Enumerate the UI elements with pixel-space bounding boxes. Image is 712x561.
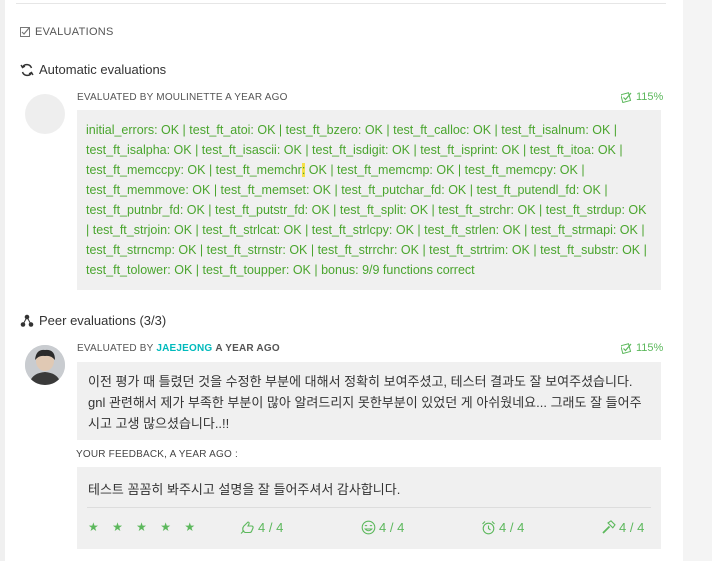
- page-margin: [683, 0, 712, 561]
- evaluated-by: EVALUATED BY MOULINETTE A YEAR AGO: [77, 92, 288, 103]
- alarm-clock-icon: [482, 521, 495, 535]
- rating-rigor: 4 / 4: [601, 520, 644, 535]
- automatic-evaluations-label: Automatic evaluations: [39, 62, 167, 77]
- peer-evaluations-heading: Peer evaluations (3/3): [20, 313, 166, 328]
- divider: [87, 507, 651, 508]
- peer-comment-text: 이전 평가 때 틀렸던 것을 수정한 부분에 대해서 정확히 보여주셨고, 테스…: [88, 374, 642, 431]
- checkbox-icon: [20, 27, 30, 37]
- check-badge-icon: [621, 91, 632, 103]
- rating-smile-value: 4 / 4: [379, 520, 405, 535]
- rating-smile: 4 / 4: [361, 520, 404, 535]
- section-title-label: EVALUATIONS: [35, 26, 114, 38]
- feedback-ratings: ★ ★ ★ ★ ★ 4 / 4 4 / 4 4 / 4 4 / 4: [88, 520, 651, 538]
- evaluator-link[interactable]: JAEJEONG: [156, 343, 212, 354]
- feedback-box: 테스트 꼼꼼히 봐주시고 설명을 잘 들어주셔서 감사합니다. ★ ★ ★ ★ …: [77, 467, 661, 549]
- check-badge-icon: [621, 342, 632, 354]
- refresh-icon: [20, 63, 34, 76]
- peer-score-value: 115%: [636, 342, 664, 354]
- peer-evaluated-by: EVALUATED BY JAEJEONG A YEAR AGO: [77, 343, 280, 354]
- feedback-text: 테스트 꼼꼼히 봐주시고 설명을 잘 들어주셔서 감사합니다.: [88, 482, 401, 497]
- peer-comment: 이전 평가 때 틀렸던 것을 수정한 부분에 대해서 정확히 보여주셨고, 테스…: [77, 362, 661, 440]
- rating-punctuality-value: 4 / 4: [499, 520, 525, 535]
- nice-icon: [240, 521, 254, 534]
- rating-punctuality: 4 / 4: [481, 520, 524, 535]
- peer-evaluations-label: Peer evaluations (3/3): [39, 313, 167, 328]
- evaluated-by-prefix: EVALUATED BY: [77, 343, 154, 354]
- moulinette-log: initial_errors: OK | test_ft_atoi: OK | …: [77, 110, 661, 290]
- rating-nice: 4 / 4: [240, 520, 283, 535]
- avatar[interactable]: [25, 345, 65, 385]
- automatic-evaluations-heading: Automatic evaluations: [20, 62, 166, 77]
- avatar: [25, 94, 65, 134]
- feedback-label: YOUR FEEDBACK, A YEAR AGO :: [76, 449, 238, 460]
- automatic-score-value: 115%: [636, 91, 664, 103]
- section-title: EVALUATIONS: [20, 26, 114, 38]
- rating-nice-value: 4 / 4: [258, 520, 284, 535]
- hammer-icon: [602, 520, 616, 534]
- log-text-end: OK | test_ft_memcmp: OK | test_ft_memcpy…: [86, 163, 647, 277]
- evaluation-time: A YEAR AGO: [215, 343, 280, 354]
- automatic-score: 115%: [621, 91, 663, 103]
- evaluator-photo: [25, 345, 65, 385]
- star-rating: ★ ★ ★ ★ ★: [88, 520, 201, 534]
- moulinette-log-text: initial_errors: OK | test_ft_atoi: OK | …: [77, 110, 661, 280]
- peer-score: 115%: [621, 342, 663, 354]
- peers-icon: [20, 314, 34, 327]
- smile-icon: [361, 520, 376, 535]
- divider: [16, 3, 666, 4]
- rating-rigor-value: 4 / 4: [619, 520, 645, 535]
